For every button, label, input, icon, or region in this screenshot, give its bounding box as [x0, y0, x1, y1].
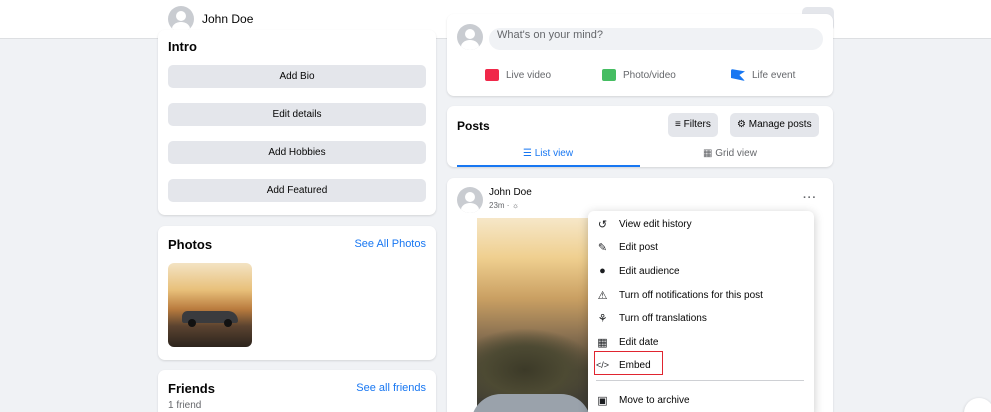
menu-item-label: Turn off translations	[619, 312, 707, 324]
globe-icon: ☼	[511, 201, 520, 210]
list-view-label: List view	[534, 148, 574, 159]
menu-item-edit-audience[interactable]: ● Edit audience	[596, 260, 680, 282]
post-author[interactable]: John Doe	[489, 187, 532, 198]
add-bio-button[interactable]: Add Bio	[168, 65, 426, 88]
post-composer: What's on your mind? Live video Photo/vi…	[447, 14, 833, 96]
menu-item-view-edit-history[interactable]: ↺ View edit history	[596, 213, 692, 235]
menu-item-label: View edit history	[619, 218, 692, 230]
post-options-menu: ↺ View edit history ✎ Edit post ● Edit a…	[588, 211, 814, 412]
photos-title: Photos	[168, 237, 213, 252]
post-options-button[interactable]: ···	[803, 192, 817, 204]
floating-button[interactable]	[964, 398, 991, 412]
photo-video-button[interactable]: Photo/video	[602, 69, 676, 81]
posts-header-card: Posts ≡ Filters ⚙ Manage posts ☰ List vi…	[447, 106, 833, 167]
calendar-icon: ▦	[597, 336, 608, 349]
menu-item-move-to-archive[interactable]: ▣ Move to archive	[596, 389, 690, 411]
grid-icon: ▦	[703, 148, 713, 159]
list-icon: ☰	[523, 148, 532, 159]
menu-item-label: Edit post	[619, 241, 658, 253]
post-timestamp[interactable]: 23m · ☼	[489, 201, 519, 210]
avatar[interactable]	[457, 187, 483, 213]
filters-label: Filters	[683, 119, 711, 130]
profile-name[interactable]: John Doe	[202, 12, 253, 26]
menu-item-edit-date[interactable]: ▦ Edit date	[596, 331, 658, 353]
photos-card: Photos See All Photos	[158, 226, 436, 360]
photo-icon	[602, 69, 616, 81]
filters-button[interactable]: ≡ Filters	[668, 113, 718, 137]
manage-posts-label: Manage posts	[748, 119, 812, 130]
pencil-icon: ✎	[597, 241, 608, 254]
history-icon: ↺	[597, 218, 608, 231]
bell-off-icon: ⚠	[597, 289, 608, 302]
menu-item-edit-post[interactable]: ✎ Edit post	[596, 236, 658, 258]
add-hobbies-button[interactable]: Add Hobbies	[168, 141, 426, 164]
menu-item-label: Move to archive	[619, 394, 690, 406]
translate-icon: ⚘	[597, 312, 608, 325]
timestamp-label: 23m ·	[489, 201, 510, 210]
active-tab-indicator	[457, 165, 640, 167]
photo-thumbnail[interactable]	[168, 263, 252, 347]
intro-card: Intro Add Bio Edit details Add Hobbies A…	[158, 30, 436, 215]
menu-item-label: Edit date	[619, 336, 659, 348]
tab-list-view[interactable]: ☰ List view	[523, 148, 573, 159]
intro-title: Intro	[168, 39, 197, 54]
globe-icon: ●	[599, 265, 606, 277]
grid-view-label: Grid view	[715, 148, 757, 159]
avatar[interactable]	[168, 6, 194, 32]
embed-highlight-box	[594, 351, 663, 375]
life-event-label: Life event	[752, 69, 796, 81]
manage-posts-button[interactable]: ⚙ Manage posts	[730, 113, 819, 137]
photo-video-label: Photo/video	[623, 69, 676, 81]
life-event-button[interactable]: Life event	[731, 69, 795, 81]
live-video-label: Live video	[506, 69, 552, 81]
menu-item-turn-off-notifications[interactable]: ⚠ Turn off notifications for this post	[596, 284, 763, 306]
friends-title: Friends	[168, 381, 215, 396]
menu-item-label: Edit audience	[619, 265, 680, 277]
friends-card: Friends See all friends 1 friend	[158, 370, 436, 412]
menu-item-label: Turn off notifications for this post	[619, 289, 763, 301]
gear-icon: ⚙	[737, 119, 746, 130]
filters-icon: ≡	[675, 119, 681, 130]
avatar	[457, 24, 483, 50]
live-video-button[interactable]: Live video	[485, 69, 551, 81]
edit-details-button[interactable]: Edit details	[168, 103, 426, 126]
archive-icon: ▣	[597, 394, 608, 407]
friend-count: 1 friend	[168, 400, 202, 411]
posts-title: Posts	[457, 119, 490, 133]
see-all-photos-link[interactable]: See All Photos	[354, 238, 426, 250]
add-featured-button[interactable]: Add Featured	[168, 179, 426, 202]
flag-icon	[731, 69, 745, 81]
live-video-icon	[485, 69, 499, 81]
menu-item-turn-off-translations[interactable]: ⚘ Turn off translations	[596, 307, 707, 329]
tab-grid-view[interactable]: ▦ Grid view	[703, 148, 757, 159]
menu-divider	[596, 380, 804, 381]
see-all-friends-link[interactable]: See all friends	[356, 382, 426, 394]
whats-on-your-mind-input[interactable]: What's on your mind?	[489, 28, 823, 50]
